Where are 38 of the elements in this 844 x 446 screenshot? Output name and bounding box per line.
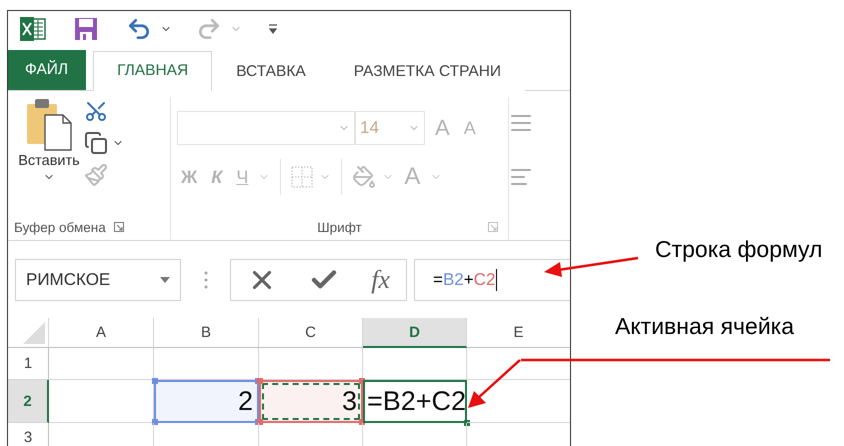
caret-icon[interactable] [160,277,170,283]
column-header[interactable]: B [154,318,259,348]
copy-icon[interactable] [84,131,108,155]
scissors-icon[interactable] [84,99,108,123]
ribbon-tab[interactable]: ГЛАВНАЯ [93,51,212,91]
column-header[interactable]: C [259,318,363,348]
spreadsheet-app-icon [20,17,46,41]
active-cell[interactable]: =B2+C2 [363,380,467,423]
reference-cell[interactable]: 3 [259,380,363,423]
paste-icon[interactable] [25,97,73,151]
insert-function-button[interactable]: fx [371,265,390,295]
annotation-label: Активная ячейка [615,313,794,340]
save-icon[interactable] [74,17,98,41]
table-cell[interactable] [49,348,154,380]
file-tab[interactable]: ФАЙЛ [8,50,86,90]
column-header[interactable]: A [49,318,154,348]
paste-label[interactable]: Вставить [18,153,80,169]
select-all-icon[interactable] [23,322,45,344]
customize-toolbar-icon[interactable] [268,23,278,35]
font-name-field[interactable] [177,111,355,145]
pointer-arrow [468,359,521,408]
name-box[interactable]: РИМСКОЕ [15,259,181,301]
group-label: Шрифт [317,220,362,234]
dialog-launcher-icon[interactable] [114,222,124,232]
column-header[interactable]: D [363,318,467,348]
redo-icon[interactable] [196,16,222,42]
paintbrush-icon[interactable] [84,163,108,187]
annotation-label: Строка формул [655,236,822,263]
reference-cell[interactable]: 2 [154,380,259,423]
dialog-launcher-icon[interactable] [488,222,498,232]
row-header[interactable]: 2 [8,380,49,423]
paint-bucket-icon[interactable] [352,165,376,189]
row-header[interactable]: 1 [8,348,49,380]
group-label: Буфер обмена [14,220,106,234]
borders-icon[interactable] [291,166,314,188]
grip-icon [204,271,208,289]
table-cell[interactable] [363,348,467,380]
undo-icon[interactable] [126,16,152,42]
